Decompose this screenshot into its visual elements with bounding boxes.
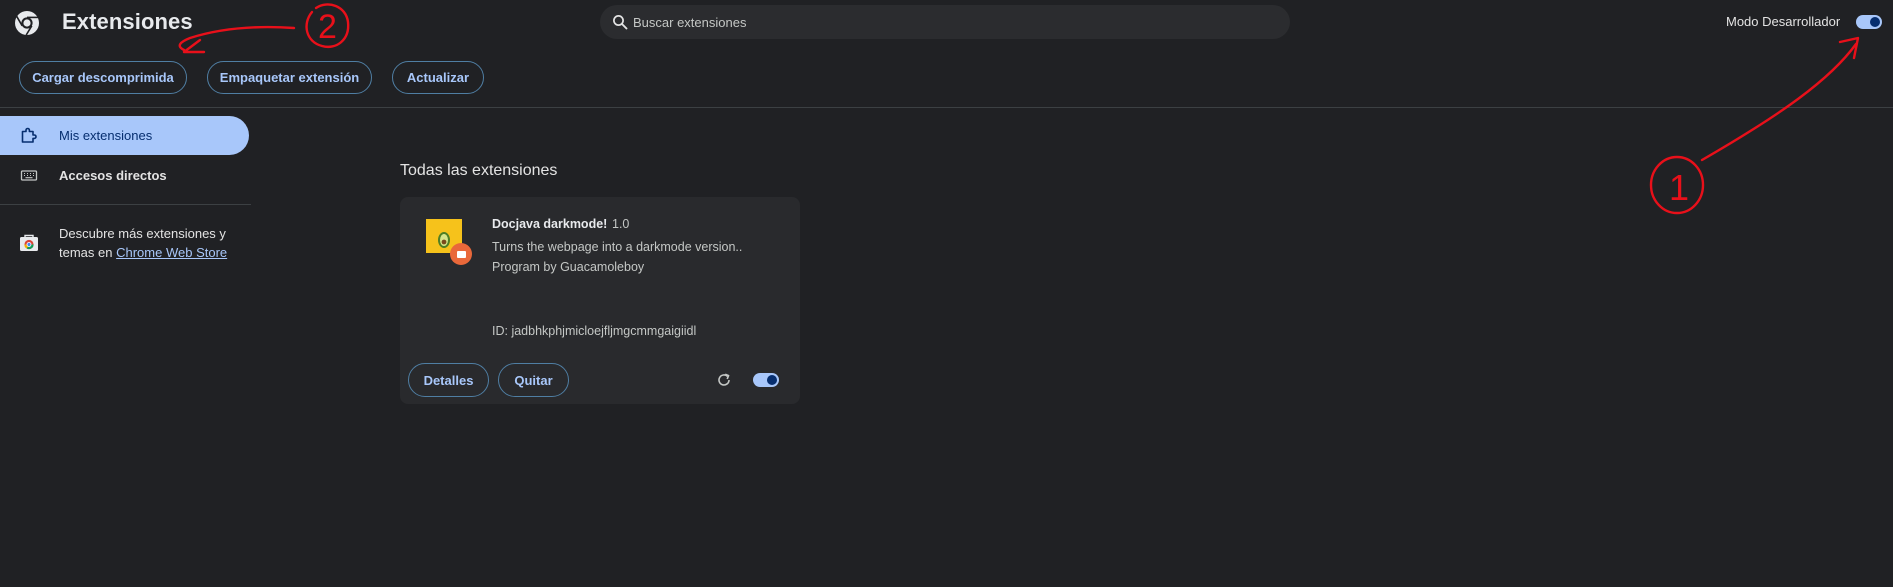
chrome-logo-icon: [15, 11, 39, 36]
reload-icon[interactable]: [716, 372, 732, 388]
dev-mode-label: Modo Desarrollador: [1726, 14, 1841, 29]
header-divider: [0, 107, 1893, 108]
extension-enable-toggle[interactable]: [753, 373, 779, 387]
update-button[interactable]: Actualizar: [392, 61, 484, 94]
header: Extensiones Buscar extensiones Modo Desa…: [0, 0, 1893, 46]
annotation-arrow-1: [1700, 42, 1858, 162]
sidebar-item-shortcuts[interactable]: Accesos directos: [0, 156, 249, 195]
extension-version: 1.0: [612, 217, 630, 231]
puzzle-icon: [21, 127, 37, 143]
extension-description: Turns the webpage into a darkmode versio…: [492, 240, 743, 254]
annotation-label-1: 1: [1669, 167, 1689, 208]
chrome-web-store-link[interactable]: Chrome Web Store: [116, 245, 227, 260]
extension-author: Program by Guacamoleboy: [492, 260, 645, 274]
dev-mode-toggle[interactable]: [1856, 15, 1882, 29]
search-input[interactable]: Buscar extensiones: [600, 5, 1290, 39]
search-placeholder: Buscar extensiones: [633, 15, 747, 30]
load-unpacked-button[interactable]: Cargar descomprimida: [19, 61, 187, 94]
section-title: Todas las extensiones: [400, 162, 558, 179]
toggle-knob: [767, 375, 777, 385]
unpacked-badge-icon: [450, 243, 472, 265]
extension-name: Docjava darkmode!: [492, 217, 608, 231]
search-icon: [613, 15, 628, 30]
remove-button[interactable]: Quitar: [498, 363, 569, 397]
sidebar-item-my-extensions[interactable]: Mis extensiones: [0, 116, 249, 155]
toggle-knob: [1870, 17, 1880, 27]
pack-extension-button[interactable]: Empaquetar extensión: [207, 61, 372, 94]
sidebar-item-label: Accesos directos: [59, 168, 167, 183]
annotation-circle-1: [1649, 155, 1705, 215]
keyboard-icon: [20, 170, 38, 181]
extension-id: ID: jadbhkphjmicloejfljmgcmmgaigiidl: [492, 324, 697, 338]
store-promo-text: Descubre más extensiones y temas en Chro…: [59, 224, 249, 262]
sidebar-divider: [0, 204, 251, 205]
sidebar-item-label: Mis extensiones: [59, 128, 153, 143]
chrome-web-store-icon: [20, 234, 38, 251]
details-button[interactable]: Detalles: [408, 363, 489, 397]
page-title: Extensiones: [62, 9, 193, 34]
extension-card: Docjava darkmode! 1.0 Turns the webpage …: [400, 197, 800, 404]
